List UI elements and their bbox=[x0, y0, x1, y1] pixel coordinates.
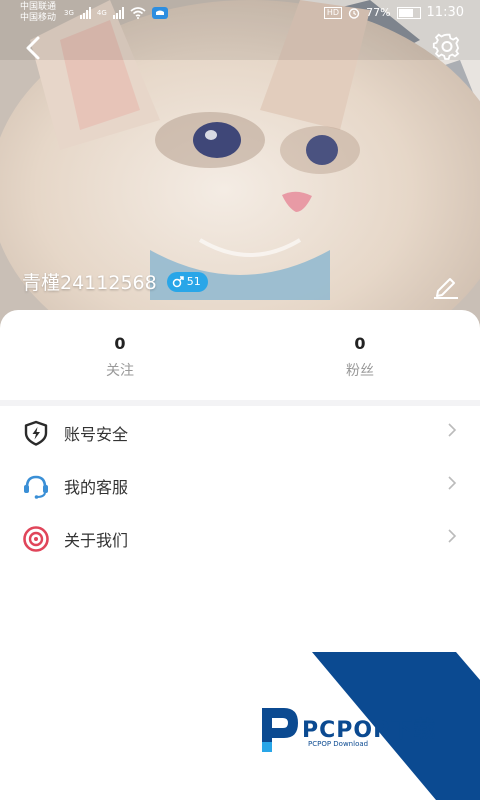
watermark-sub: PCPOP Download bbox=[308, 740, 369, 748]
watermark-shape bbox=[312, 652, 480, 800]
pcpop-logo-icon bbox=[262, 708, 298, 752]
